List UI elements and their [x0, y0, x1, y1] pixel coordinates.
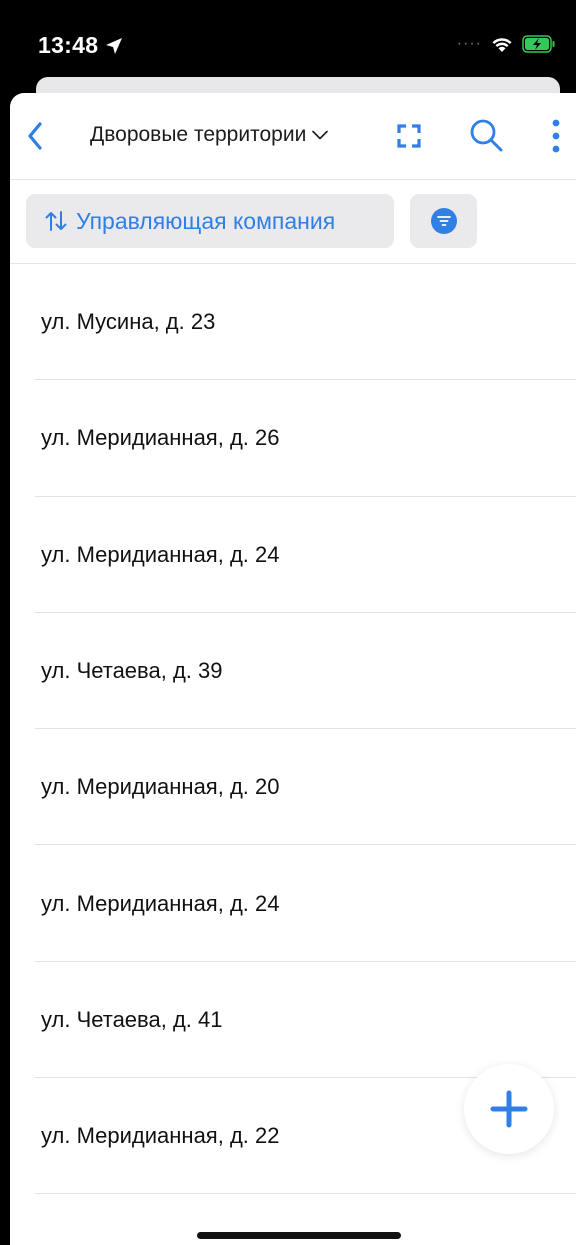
home-indicator[interactable] [197, 1232, 401, 1239]
cellular-dots-icon: ···· [456, 35, 482, 52]
search-icon[interactable] [468, 117, 504, 153]
plus-icon [490, 1090, 528, 1128]
list-item-label: ул. Меридианная, д. 24 [41, 890, 280, 916]
list-item[interactable]: ул. Четаева, д. 41 [10, 962, 576, 1079]
expand-icon[interactable] [395, 122, 423, 150]
list-item-label: ул. Меридианная, д. 24 [41, 541, 280, 567]
list-item-label: ул. Меридианная, д. 22 [41, 1123, 280, 1149]
more-vertical-icon[interactable] [546, 117, 566, 155]
navigation-bar: Дворовые территории [10, 93, 576, 180]
list-item[interactable]: ул. Меридианная, д. 20 [10, 729, 576, 846]
list-item[interactable]: ул. Четаева, д. 39 [10, 613, 576, 730]
list-item[interactable]: ул. Меридианная, д. 26 [10, 380, 576, 497]
location-arrow-icon [106, 37, 123, 54]
address-list: ул. Мусина, д. 23 ул. Меридианная, д. 26… [10, 264, 576, 1195]
back-chevron-icon [28, 122, 42, 150]
list-item-label: ул. Четаева, д. 39 [41, 658, 223, 684]
filter-icon [430, 208, 457, 234]
list-item-label: ул. Мусина, д. 23 [41, 309, 216, 335]
status-bar: 13:48 ···· [0, 0, 576, 80]
battery-charging-icon [522, 35, 555, 53]
wifi-icon [492, 38, 512, 52]
list-item-label: ул. Меридианная, д. 26 [41, 425, 280, 451]
main-sheet: Дворовые территории Управляющая компания [10, 93, 576, 1245]
filter-button[interactable] [410, 194, 477, 248]
status-icons: ···· [457, 35, 556, 53]
sort-filter-toolbar: Управляющая компания [10, 180, 576, 264]
list-item[interactable]: ул. Меридианная, д. 24 [10, 845, 576, 963]
page-title: Дворовые территории [90, 123, 307, 146]
status-time: 13:48 [38, 32, 123, 59]
list-item-label: ул. Четаева, д. 41 [41, 1006, 223, 1032]
add-button[interactable] [464, 1064, 554, 1154]
sort-button[interactable]: Управляющая компания [26, 194, 394, 248]
sort-label: Управляющая компания [76, 207, 336, 234]
sort-arrows-icon [45, 211, 67, 231]
list-item[interactable]: ул. Мусина, д. 23 [10, 264, 576, 381]
list-item-label: ул. Меридианная, д. 20 [41, 774, 280, 800]
back-button[interactable] [18, 119, 52, 153]
time-label: 13:48 [38, 32, 99, 58]
chevron-down-icon [312, 130, 329, 140]
title-dropdown[interactable]: Дворовые территории [90, 123, 329, 147]
list-item[interactable]: ул. Меридианная, д. 24 [10, 497, 576, 614]
